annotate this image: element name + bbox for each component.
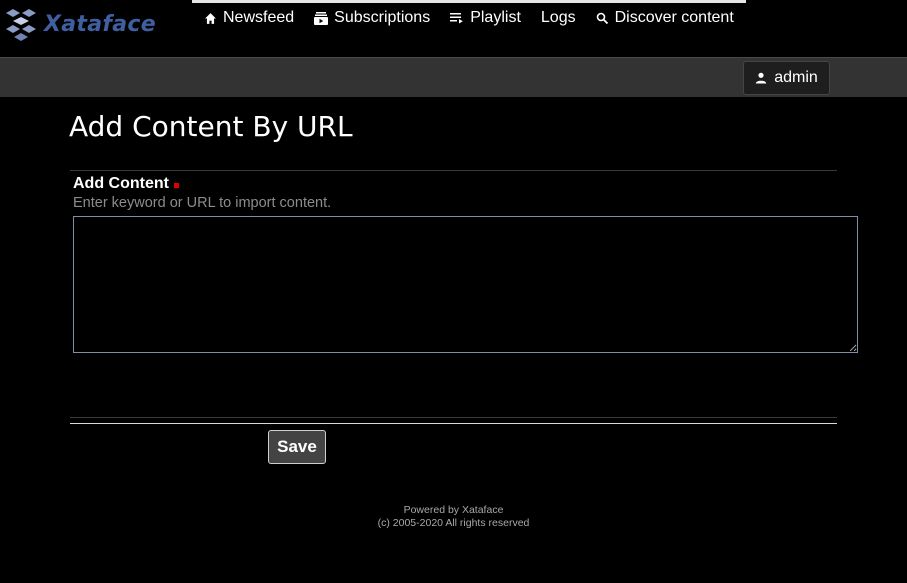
playlist-icon [450,12,464,24]
required-indicator [173,182,179,188]
footer-copyright: (c) 2005-2020 All rights reserved [377,517,530,529]
nav-item-discover-content[interactable]: Discover content [596,8,734,28]
nav-item-label: Logs [540,9,576,26]
top-navigation-bar: Xataface Newsfeed Subscriptions Playlist… [0,0,907,57]
nav-item-playlist[interactable]: Playlist [450,8,521,28]
nav-item-logs[interactable]: Logs [541,8,576,28]
form-actions-divider [70,423,837,424]
main-nav: Newsfeed Subscriptions Playlist Logs Dis… [204,8,754,28]
nav-item-label: Playlist [470,9,521,26]
brand-logo[interactable]: Xataface [4,5,156,43]
add-content-textarea[interactable] [73,216,858,353]
person-icon [755,72,767,84]
footer-powered-by: Powered by Xataface [403,504,504,516]
save-button[interactable]: Save [268,430,326,464]
home-icon [204,12,217,25]
subscriptions-icon [314,11,329,25]
nav-accent-line [192,0,746,3]
user-menu-button[interactable]: admin [743,61,830,95]
nav-item-label: Newsfeed [223,9,295,26]
add-content-help: Enter keyword or URL to import content. [73,195,332,211]
nav-item-subscriptions[interactable]: Subscriptions [314,8,430,28]
nav-item-label: Discover content [614,9,734,26]
nav-item-newsfeed[interactable]: Newsfeed [204,8,294,28]
field-label-text: Add Content [73,175,169,192]
divider [70,417,837,418]
footer: Powered by Xataface (c) 2005-2020 All ri… [0,504,907,530]
brand-name: Xataface [44,11,156,37]
user-bar: admin [0,57,907,97]
app-page: Xataface Newsfeed Subscriptions Playlist… [0,0,907,583]
logo-cubes-icon [4,7,38,41]
nav-item-label: Subscriptions [334,9,431,26]
divider [70,170,837,171]
add-content-label: Add Content [73,175,179,193]
page-title: Add Content By URL [69,110,353,143]
search-icon [596,12,609,25]
user-name: admin [774,69,818,86]
